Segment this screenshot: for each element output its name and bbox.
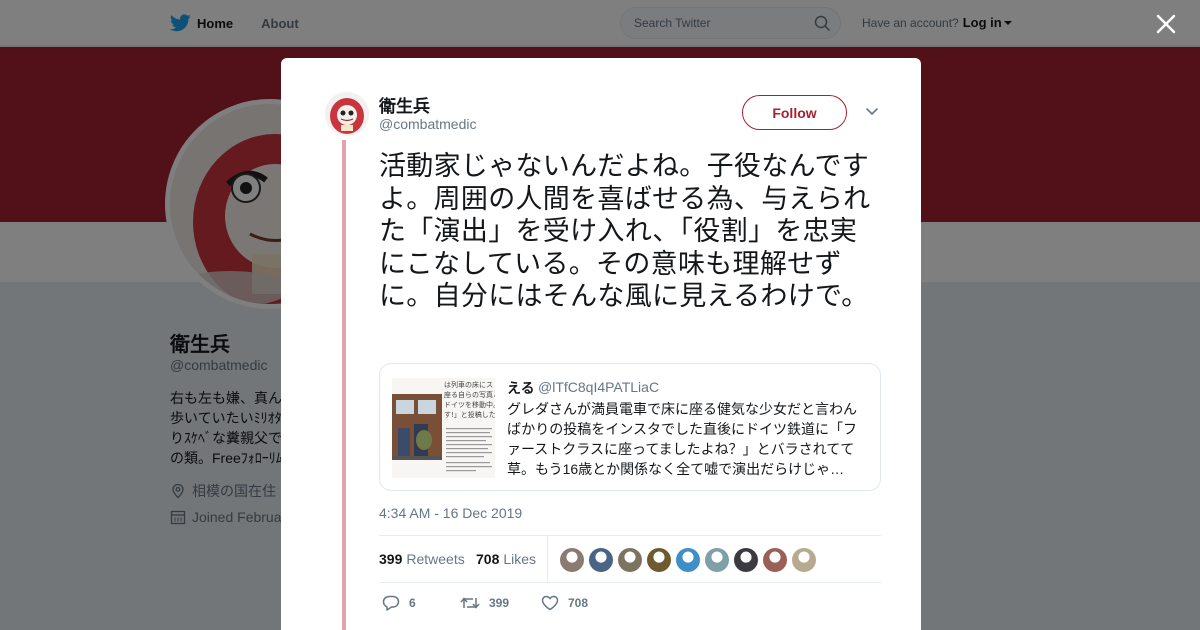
liker-avatar[interactable] <box>589 548 613 572</box>
chevron-down-icon[interactable] <box>865 107 879 117</box>
tweet-stats: 399 Retweets 708 Likes <box>379 535 881 583</box>
quoted-author-handle[interactable]: @lTfC8qI4PATLiaC <box>538 379 659 395</box>
retweet-icon <box>460 597 480 609</box>
quoted-image-caption: す!」と投稿した <box>444 410 495 419</box>
quoted-image-graphic: は列車の床にス 座る自らの写真と ドイツを移動中。 す!」と投稿した <box>392 378 495 478</box>
likers-avatar-list <box>560 548 821 572</box>
close-icon[interactable] <box>1155 13 1177 35</box>
quoted-image-caption: 座る自らの写真と <box>444 390 495 399</box>
author-name[interactable]: 衛生兵 <box>379 92 430 117</box>
tweet-timestamp[interactable]: 4:34 AM - 16 Dec 2019 <box>379 505 522 521</box>
likes-stat[interactable]: 708 Likes <box>476 551 536 567</box>
retweets-count: 399 <box>379 551 403 567</box>
liker-avatar[interactable] <box>560 548 584 572</box>
tweet-actions: 6 399 708 <box>379 593 881 617</box>
liker-avatar[interactable] <box>705 548 729 572</box>
reply-icon <box>382 595 400 611</box>
quoted-tweet-card[interactable]: は列車の床にス 座る自らの写真と ドイツを移動中。 す!」と投稿した える @l… <box>379 363 881 491</box>
liker-avatar[interactable] <box>734 548 758 572</box>
like-icon <box>541 595 559 611</box>
likes-count: 708 <box>476 551 500 567</box>
retweets-label: Retweets <box>406 551 465 567</box>
retweets-stat[interactable]: 399 Retweets <box>379 551 465 567</box>
author-handle[interactable]: @combatmedic <box>379 116 476 132</box>
quoted-tweet-text: グレダさんが満員電車で床に座る健気な少女だと言わんばかりの投稿をインスタでした直… <box>507 401 857 477</box>
retweet-action[interactable]: 399 <box>460 595 509 611</box>
like-action[interactable]: 708 <box>541 595 588 611</box>
stats-divider <box>547 536 548 582</box>
liker-avatar[interactable] <box>647 548 671 572</box>
liker-avatar[interactable] <box>792 548 816 572</box>
thread-line <box>342 140 346 630</box>
tweet-modal: 衛生兵 @combatmedic Follow 活動家じゃないんだよね。子役なん… <box>281 58 921 630</box>
like-count: 708 <box>568 596 589 610</box>
author-avatar[interactable] <box>325 92 369 136</box>
liker-avatar[interactable] <box>676 548 700 572</box>
reply-action[interactable]: 6 <box>382 595 416 611</box>
liker-avatar[interactable] <box>763 548 787 572</box>
daruma-avatar-image <box>325 92 369 136</box>
follow-button[interactable]: Follow <box>742 95 847 130</box>
quoted-image-caption: は列車の床にス <box>444 380 493 389</box>
retweet-count: 399 <box>489 596 510 610</box>
tweet-text: 活動家じゃないんだよね。子役なんですよ。周囲の人間を喜ばせる為、与えられた「演出… <box>379 151 871 311</box>
reply-count: 6 <box>409 596 416 610</box>
quoted-image-caption: ドイツを移動中。 <box>444 400 495 409</box>
quoted-tweet-image: は列車の床にス 座る自らの写真と ドイツを移動中。 す!」と投稿した <box>392 378 495 478</box>
likes-label: Likes <box>503 551 537 567</box>
liker-avatar[interactable] <box>618 548 642 572</box>
quoted-author-name[interactable]: える <box>507 378 535 398</box>
